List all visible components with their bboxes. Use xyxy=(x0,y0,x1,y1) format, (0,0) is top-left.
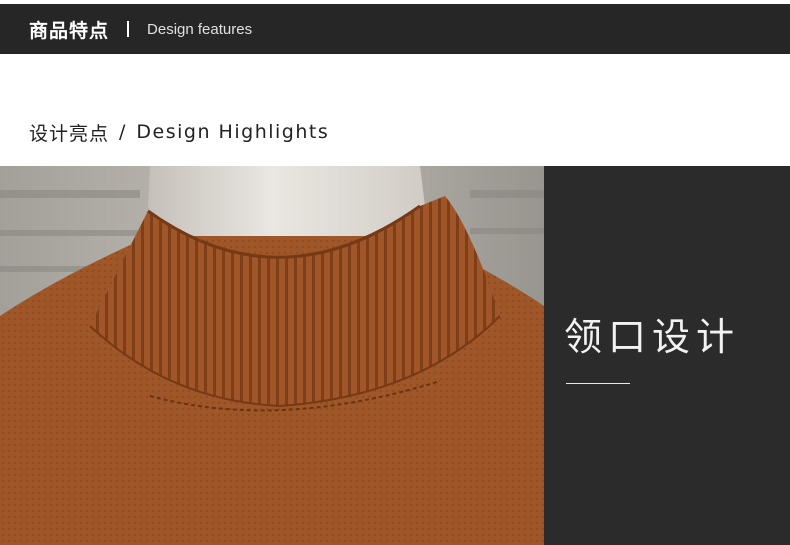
section-separator: / xyxy=(119,121,127,143)
feature-panel-underline xyxy=(566,383,630,384)
section-heading: 设计亮点 / Design Highlights xyxy=(29,118,329,146)
feature-panel: 领口设计 xyxy=(544,166,790,545)
header-divider xyxy=(127,21,130,37)
section-title-en: Design Highlights xyxy=(136,121,330,143)
header-title-cn: 商品特点 xyxy=(29,19,110,42)
section-title-cn: 设计亮点 xyxy=(29,122,110,145)
sweater-collar-image xyxy=(0,166,544,545)
header-bar: 商品特点 Design features xyxy=(0,4,790,54)
header-title-en: Design features xyxy=(147,20,253,38)
feature-panel-title: 领口设计 xyxy=(564,315,741,359)
product-photo-collar xyxy=(0,166,544,545)
